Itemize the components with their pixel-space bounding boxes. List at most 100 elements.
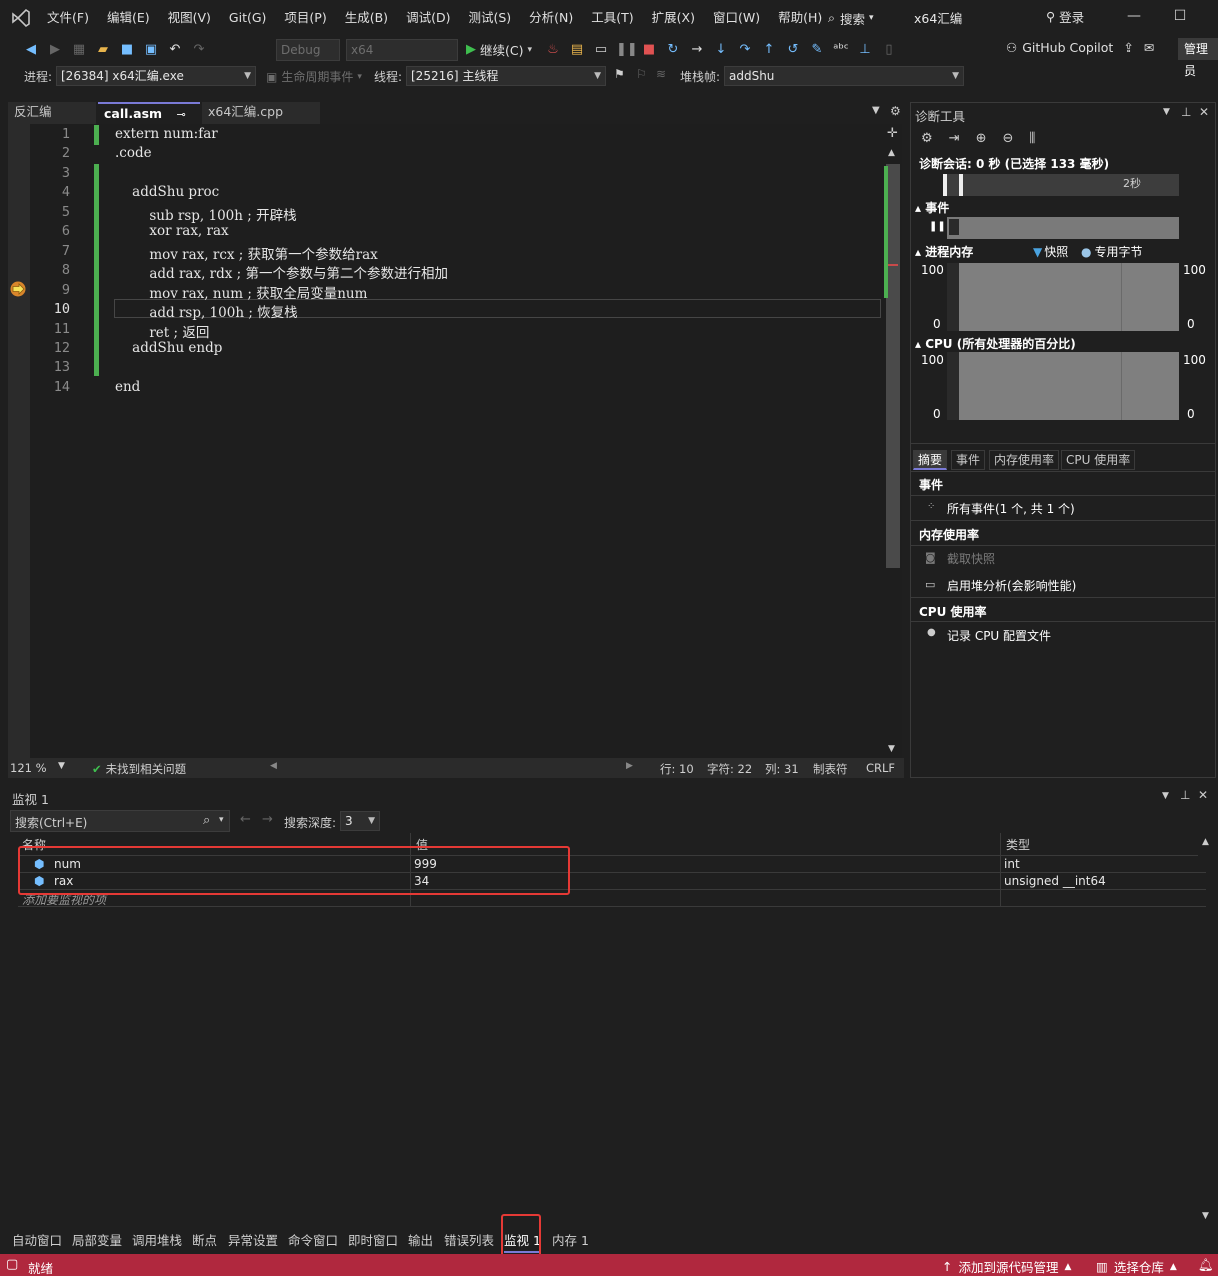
layout-icon[interactable]: ▭ <box>592 41 610 59</box>
save-all-icon[interactable]: ▣ <box>142 41 160 59</box>
chevron-down-icon[interactable]: ▾ <box>219 815 224 825</box>
take-snapshot-link[interactable]: 截取快照 <box>947 550 995 567</box>
zoom-in-icon[interactable]: ⊕ <box>976 131 987 146</box>
code-line[interactable]: ret ; 返回 <box>115 321 209 341</box>
github-copilot-button[interactable]: ⚇ GitHub Copilot ⇪ ✉ <box>1006 40 1154 55</box>
menu-tools[interactable]: 工具(T) <box>582 0 642 36</box>
menu-help[interactable]: 帮助(H) <box>769 0 831 36</box>
record-cpu-link[interactable]: 记录 CPU 配置文件 <box>947 627 1051 644</box>
issues-indicator[interactable]: ✔ 未找到相关问题 <box>92 761 186 777</box>
line-indicator[interactable]: 行: 10 <box>660 761 694 777</box>
menu-edit[interactable]: 编辑(E) <box>98 0 159 36</box>
filter-flag-icon[interactable]: ⚐ <box>636 67 647 81</box>
timeline-ruler[interactable]: 2秒 <box>943 174 1179 196</box>
flag-icon[interactable]: ⚑ <box>614 67 625 81</box>
configuration-dropdown[interactable]: Debug <box>276 39 340 61</box>
search-depth-dropdown[interactable]: 3 ▼ <box>340 811 380 831</box>
chevron-down-icon[interactable]: ▼ <box>58 761 65 771</box>
step-out-icon[interactable]: ↑ <box>760 41 778 59</box>
cpu-graph[interactable] <box>947 352 1179 420</box>
select-repository-button[interactable]: ▥ 选择仓库 ▲ <box>1096 1257 1177 1276</box>
tab-immediate-window[interactable]: 即时窗口 <box>348 1230 398 1249</box>
code-line[interactable]: add rax, rdx ; 第一个参数与第二个参数进行相加 <box>115 262 448 282</box>
step-into-icon[interactable]: ↓ <box>712 41 730 59</box>
scroll-down-icon[interactable]: ▼ <box>888 744 895 754</box>
maximize-button[interactable]: ☐ <box>1170 8 1190 28</box>
split-icon[interactable]: ✛ <box>887 126 898 141</box>
memory-graph[interactable] <box>947 263 1179 331</box>
watch-search-box[interactable]: 搜索(Ctrl+E) ⌕ ▾ <box>10 810 230 832</box>
code-line[interactable]: addShu endp <box>115 340 222 356</box>
editor-vertical-scrollbar[interactable]: ✛ ▲ ▼ <box>884 124 902 758</box>
column-header-type[interactable]: 类型 <box>1006 836 1030 853</box>
tab-memory-usage[interactable]: 内存使用率 <box>989 450 1060 470</box>
timeline-selection[interactable] <box>959 174 963 196</box>
close-icon[interactable]: ✕ <box>1199 105 1209 119</box>
break-all-icon[interactable]: ❚❚ <box>616 41 638 59</box>
code-line[interactable]: end <box>115 379 140 395</box>
open-folder-icon[interactable]: ▰ <box>94 41 112 59</box>
close-icon[interactable]: ✕ <box>1198 788 1208 802</box>
admin-badge[interactable]: 管理员 <box>1178 38 1218 78</box>
attach-icon[interactable]: ▤ <box>568 41 586 59</box>
menu-git[interactable]: Git(G) <box>220 0 276 36</box>
tab-list-chevron-icon[interactable]: ▼ <box>872 105 880 116</box>
redo-icon[interactable]: ↷ <box>190 41 208 59</box>
comment-icon[interactable]: ⊥ <box>856 41 874 59</box>
scroll-down-icon[interactable]: ▼ <box>1202 1211 1209 1221</box>
gear-icon[interactable]: ⚙ <box>890 104 901 118</box>
lifecycle-events[interactable]: ▣ 生命周期事件 ▾ <box>266 68 362 85</box>
code-line[interactable]: addShu proc <box>115 184 219 200</box>
menu-build[interactable]: 生成(B) <box>336 0 397 36</box>
menu-file[interactable]: 文件(F) <box>38 0 98 36</box>
tab-x64-cpp[interactable]: x64汇编.cpp <box>202 102 320 124</box>
notifications-bell-icon[interactable]: 🔔︎ <box>1198 1257 1214 1273</box>
watch-vertical-scrollbar[interactable]: ▲ ▼ <box>1198 833 1216 1226</box>
share-icon[interactable]: ⇪ <box>1123 40 1133 55</box>
code-line[interactable]: .code <box>115 145 152 161</box>
export-icon[interactable]: ⇥ <box>949 131 960 146</box>
tab-disassembly[interactable]: 反汇编 <box>8 102 96 124</box>
menu-debug[interactable]: 调试(D) <box>397 0 459 36</box>
pin-icon[interactable]: ⊥ <box>1180 788 1190 802</box>
memory-section[interactable]: ▴ 进程内存 <box>915 243 973 260</box>
stop-icon[interactable]: ■ <box>640 41 658 59</box>
menu-analyze[interactable]: 分析(N) <box>520 0 582 36</box>
show-next-statement-icon[interactable]: → <box>688 41 706 59</box>
chevron-down-icon[interactable]: ▼ <box>1162 791 1169 801</box>
add-to-source-control-button[interactable]: ↑ 添加到源代码管理 ▲ <box>942 1257 1071 1276</box>
menu-view[interactable]: 视图(V) <box>159 0 220 36</box>
code-line[interactable]: mov rax, num ; 获取全局变量num <box>115 282 367 302</box>
zoom-out-icon[interactable]: ⊖ <box>1002 131 1013 146</box>
tab-cpu-usage[interactable]: CPU 使用率 <box>1061 450 1136 470</box>
scroll-thumb[interactable] <box>886 164 900 568</box>
reset-view-icon[interactable]: ⫼ <box>1029 131 1035 146</box>
code-line[interactable]: add rsp, 100h ; 恢复栈 <box>115 301 297 321</box>
minimize-button[interactable]: — <box>1124 8 1144 28</box>
gear-icon[interactable]: ⚙ <box>921 131 933 146</box>
thread-icon[interactable]: ≋ <box>656 67 666 81</box>
code-line[interactable]: sub rsp, 100h ; 开辟栈 <box>115 204 296 224</box>
tab-events[interactable]: 事件 <box>951 450 986 470</box>
menu-extensions[interactable]: 扩展(X) <box>643 0 704 36</box>
tabs-indicator[interactable]: 制表符 <box>813 761 848 777</box>
uncomment-icon[interactable]: ▯ <box>880 41 898 59</box>
login-button[interactable]: ⚲ 登录 <box>1046 7 1084 26</box>
feedback-icon[interactable]: ✉ <box>1144 40 1154 55</box>
heap-profiling-link[interactable]: 启用堆分析(会影响性能) <box>947 577 1076 594</box>
watch-search-input[interactable]: 搜索(Ctrl+E) <box>15 814 87 831</box>
tab-command-window[interactable]: 命令窗口 <box>288 1230 338 1249</box>
tab-output[interactable]: 输出 <box>408 1230 433 1249</box>
new-project-icon[interactable]: ▦ <box>70 41 88 59</box>
restart-icon[interactable]: ↻ <box>664 41 682 59</box>
thread-dropdown[interactable]: [25216] 主线程 ▼ <box>406 66 606 86</box>
process-dropdown[interactable]: [26384] x64汇编.exe ▼ <box>56 66 256 86</box>
tab-exception-settings[interactable]: 异常设置 <box>228 1230 278 1249</box>
scroll-up-icon[interactable]: ▲ <box>1202 837 1209 847</box>
glyph-margin[interactable] <box>8 124 30 758</box>
search-back-icon[interactable]: ← <box>240 812 251 827</box>
step-over-icon[interactable]: ↷ <box>736 41 754 59</box>
code-line[interactable]: extern num:far <box>115 126 218 142</box>
tab-locals[interactable]: 局部变量 <box>72 1230 122 1249</box>
spell-check-icon[interactable]: ᵃᵇᶜ <box>832 41 850 59</box>
